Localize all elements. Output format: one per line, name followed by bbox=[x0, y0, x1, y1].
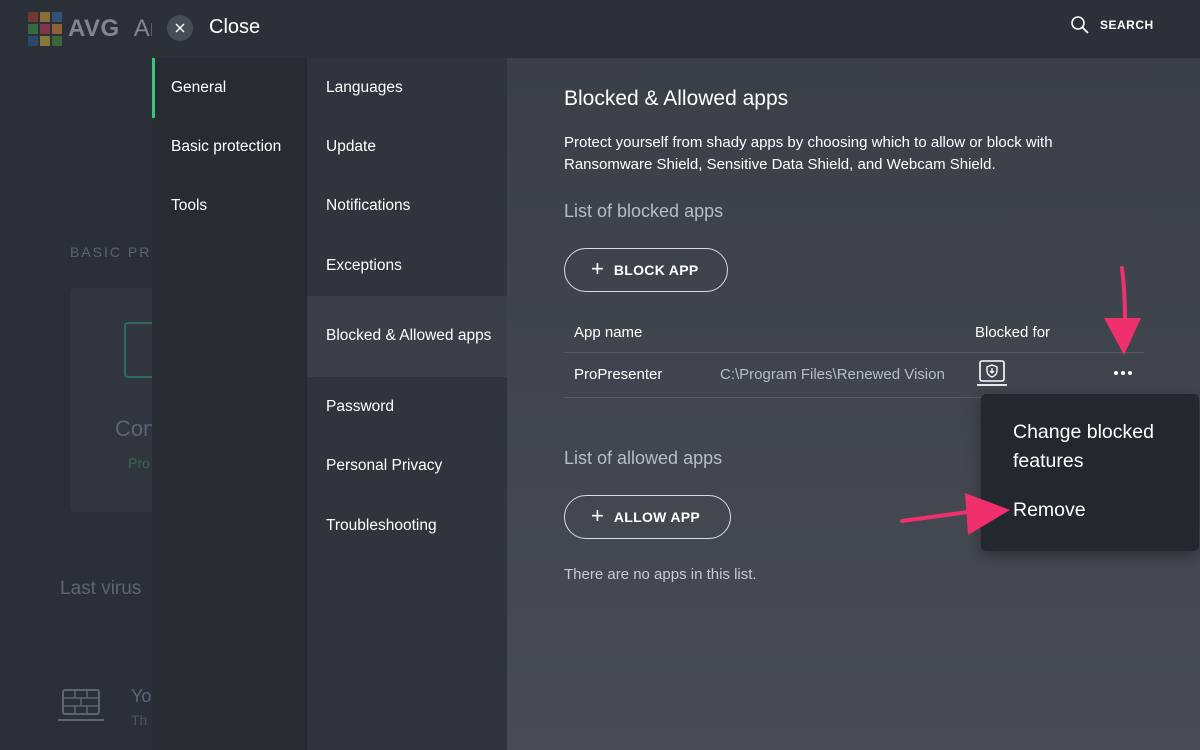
allow-app-button[interactable]: + ALLOW APP bbox=[564, 495, 731, 539]
nav-blocked-allowed-apps[interactable]: Blocked & Allowed apps bbox=[307, 296, 507, 377]
nav-personal-privacy-label: Personal Privacy bbox=[326, 456, 443, 474]
more-options-icon[interactable] bbox=[1110, 366, 1136, 380]
plus-icon: + bbox=[591, 503, 604, 528]
nav-basic-protection[interactable]: Basic protection bbox=[152, 117, 307, 177]
page-title: Blocked & Allowed apps bbox=[564, 87, 789, 110]
nav-password[interactable]: Password bbox=[307, 377, 507, 437]
page-description: Protect yourself from shady apps by choo… bbox=[564, 134, 1053, 173]
nav-troubleshooting-label: Troubleshooting bbox=[326, 516, 437, 534]
nav-notifications-label: Notifications bbox=[326, 196, 411, 214]
ransomware-shield-icon bbox=[977, 360, 1007, 386]
blocked-apps-heading: List of blocked apps bbox=[564, 201, 724, 221]
close-button[interactable] bbox=[167, 15, 193, 41]
nav-update-label: Update bbox=[326, 137, 376, 155]
search-icon bbox=[1071, 16, 1089, 34]
menu-item-change-blocked-features[interactable]: Change blocked features bbox=[1013, 418, 1183, 477]
block-app-button[interactable]: + BLOCK APP bbox=[564, 248, 728, 292]
search-label: SEARCH bbox=[1100, 18, 1154, 32]
nav-blocked-allowed-apps-label: Blocked & Allowed apps bbox=[326, 327, 492, 345]
allowed-apps-empty-text: There are no apps in this list. bbox=[564, 566, 757, 583]
nav-exceptions-label: Exceptions bbox=[326, 256, 402, 274]
status-subtext: Pro bbox=[128, 455, 150, 471]
allowed-apps-heading: List of allowed apps bbox=[564, 448, 723, 468]
allow-app-label: ALLOW APP bbox=[613, 509, 701, 525]
status-text: Con bbox=[115, 416, 156, 441]
close-label[interactable]: Close bbox=[209, 16, 260, 39]
avg-logo-mark-icon bbox=[28, 12, 62, 46]
brand-name: AVG bbox=[68, 15, 120, 42]
nav-notifications[interactable]: Notifications bbox=[307, 176, 507, 236]
nav-general-label: General bbox=[171, 79, 227, 96]
app-context-menu: Change blocked features Remove bbox=[981, 394, 1199, 551]
menu-item-remove[interactable]: Remove bbox=[1013, 496, 1086, 525]
close-icon bbox=[175, 23, 185, 33]
nav-general[interactable]: General bbox=[152, 58, 307, 118]
nav-exceptions[interactable]: Exceptions bbox=[307, 236, 507, 296]
table-header-divider bbox=[564, 352, 1144, 353]
firewall-icon bbox=[58, 689, 104, 721]
nav-languages[interactable]: Languages bbox=[307, 58, 507, 118]
column-header-app-name[interactable]: App name bbox=[574, 324, 642, 341]
blocked-app-name: ProPresenter bbox=[574, 366, 663, 383]
nav-personal-privacy[interactable]: Personal Privacy bbox=[307, 436, 507, 496]
column-header-blocked-for[interactable]: Blocked for bbox=[975, 324, 1050, 341]
blocked-app-path: C:\Program Files\Renewed Vision bbox=[720, 366, 945, 383]
block-app-label: BLOCK APP bbox=[613, 262, 699, 278]
general-subsection-nav: Languages Update Notifications Exception… bbox=[307, 58, 507, 750]
avg-logo: AVG An bbox=[28, 12, 163, 46]
settings-category-nav: General Basic protection Tools bbox=[152, 58, 307, 750]
nav-password-label: Password bbox=[326, 397, 395, 415]
last-virus-scan-label: Last virus bbox=[60, 578, 142, 599]
search-button[interactable]: SEARCH bbox=[1070, 15, 1154, 35]
nav-languages-label: Languages bbox=[326, 78, 403, 96]
firewall-title: Yo bbox=[131, 686, 152, 706]
plus-icon: + bbox=[591, 256, 604, 281]
nav-update[interactable]: Update bbox=[307, 117, 507, 177]
firewall-subtitle: Th bbox=[131, 712, 148, 728]
nav-tools-label: Tools bbox=[171, 197, 208, 214]
monitor-icon bbox=[124, 322, 152, 378]
nav-tools[interactable]: Tools bbox=[152, 176, 307, 236]
nav-basic-protection-label: Basic protection bbox=[171, 138, 282, 155]
settings-topbar bbox=[152, 0, 1200, 58]
nav-troubleshooting[interactable]: Troubleshooting bbox=[307, 496, 507, 556]
basic-protection-heading: BASIC PR bbox=[70, 244, 152, 260]
